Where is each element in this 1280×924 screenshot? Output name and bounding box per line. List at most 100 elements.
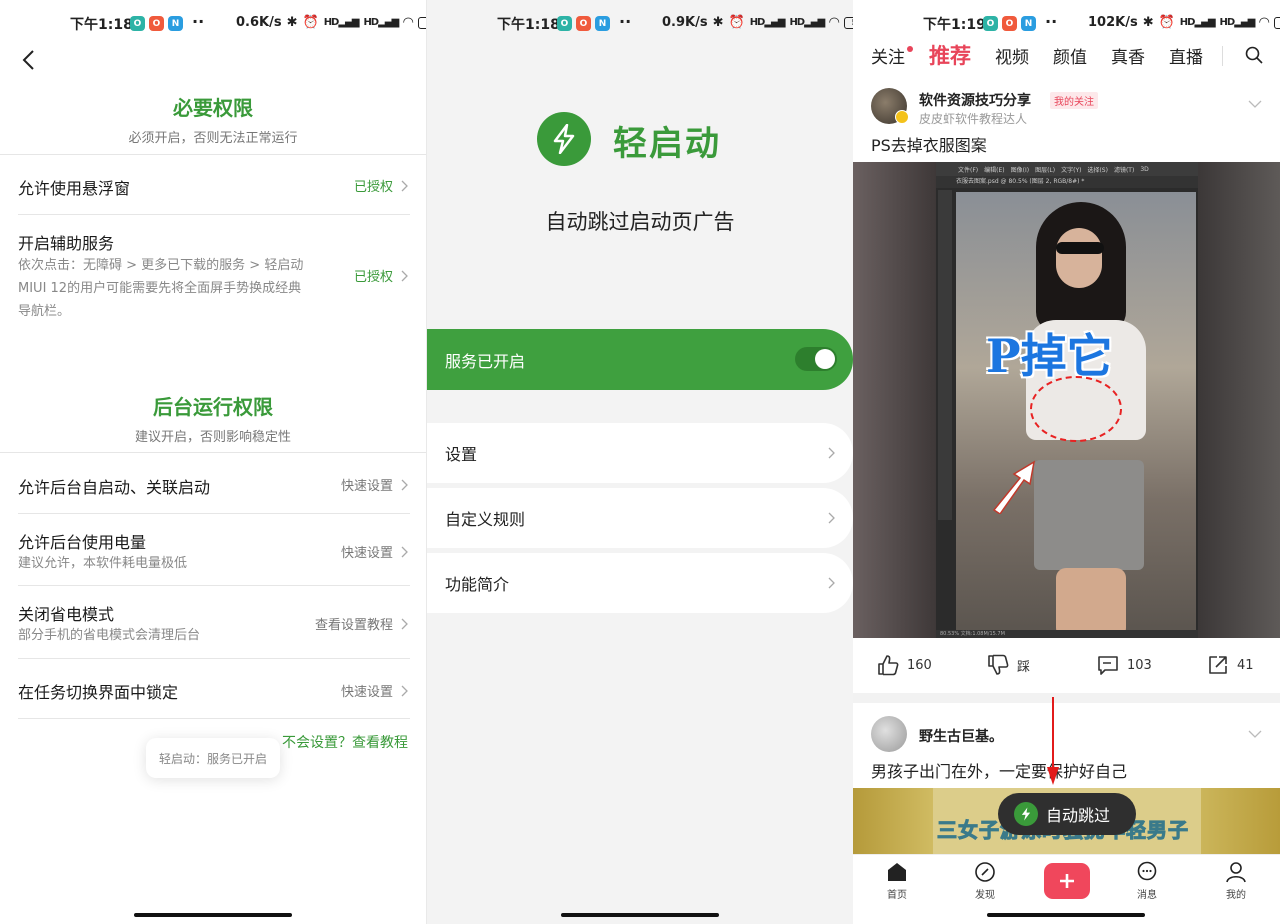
- battery-icon: 50: [1274, 16, 1280, 29]
- plus-icon: [1060, 874, 1074, 888]
- row-title: 关闭省电模式: [18, 605, 115, 624]
- quick-setup-link[interactable]: 快速设置: [341, 475, 408, 494]
- net-speed: 0.6K/s: [236, 15, 282, 30]
- divider: [18, 585, 410, 586]
- comment-icon: [1098, 656, 1118, 675]
- menu-label: 功能简介: [445, 575, 510, 594]
- service-toggle[interactable]: [795, 347, 837, 371]
- required-permissions-subtitle: 必须开启，否则无法正常运行: [128, 131, 298, 146]
- row-desc: MIUI 12的用户可能需要先将全面屏手势换成经典: [18, 281, 302, 296]
- menu-custom-rules[interactable]: 自定义规则: [427, 488, 853, 548]
- signal-icon: HD▂▄▆: [323, 17, 360, 28]
- help-tutorial-link[interactable]: 不会设置？查看教程: [282, 732, 408, 752]
- alarm-icon: ⏰: [1158, 15, 1175, 30]
- post-author[interactable]: 野生古巨基。: [919, 726, 1003, 746]
- row-desc: 部分手机的省电模式会清理后台: [18, 628, 201, 643]
- signal-icon: HD▂▄▆: [1179, 17, 1216, 28]
- permissions-screen: 下午1:18 O O N ·· 0.6K/s ✱ ⏰ HD▂▄▆ HD▂▄▆ ◠…: [0, 0, 426, 924]
- battery-icon: 51: [418, 16, 426, 29]
- service-status-label: 服务已开启: [445, 351, 526, 371]
- share-icon: [1209, 656, 1227, 674]
- row-desc: 导航栏。: [18, 304, 71, 319]
- app-name: 轻启动: [613, 124, 721, 164]
- menu-label: 自定义规则: [445, 510, 526, 529]
- home-icon: [888, 863, 906, 881]
- dislike-button[interactable]: 踩: [987, 654, 1030, 676]
- nav-messages[interactable]: 消息: [1122, 861, 1172, 901]
- photo-figure: [1056, 242, 1104, 254]
- app-logo-icon: [537, 112, 591, 166]
- dislike-label: 踩: [1017, 659, 1031, 675]
- tab-following[interactable]: 关注: [871, 43, 913, 68]
- chevron-right-icon: [401, 270, 408, 281]
- user-icon: [1226, 862, 1246, 883]
- chevron-down-icon[interactable]: [1248, 730, 1262, 738]
- status-app-icons: O O N: [130, 16, 183, 31]
- nav-me[interactable]: 我的: [1211, 861, 1261, 901]
- nav-home[interactable]: 首页: [872, 861, 922, 901]
- ps-canvas: P掉它: [956, 192, 1196, 632]
- ps-menu-item: 图层(L): [1035, 166, 1056, 174]
- bottom-nav: 首页 发现 消息 我的: [853, 854, 1280, 906]
- signal-label: HD: [1219, 17, 1236, 28]
- tab-zhenxiang[interactable]: 真香: [1111, 43, 1145, 68]
- chevron-right-icon: [828, 447, 835, 459]
- quick-setup-link[interactable]: 快速设置: [341, 542, 408, 561]
- row-title: 允许使用悬浮窗: [18, 179, 131, 198]
- row-title: 开启辅助服务: [18, 234, 115, 253]
- signal-icon: HD▂▄▆: [1219, 17, 1256, 28]
- share-button[interactable]: 41: [1207, 654, 1254, 676]
- nav-discover[interactable]: 发现: [960, 861, 1010, 901]
- status-time: 下午1:18: [497, 17, 560, 33]
- signal-label: HD: [789, 17, 805, 28]
- search-icon[interactable]: [1245, 46, 1263, 64]
- home-indicator[interactable]: [561, 913, 719, 917]
- publish-button[interactable]: [1044, 863, 1090, 899]
- bluetooth-icon: ✱: [712, 15, 724, 30]
- tab-recommended[interactable]: 推荐: [929, 40, 971, 70]
- bluetooth-icon: ✱: [286, 15, 298, 30]
- home-indicator[interactable]: [987, 913, 1145, 917]
- avatar[interactable]: [871, 716, 907, 752]
- chevron-right-icon: [401, 180, 408, 191]
- granted-status[interactable]: 已授权: [354, 266, 408, 285]
- comment-button[interactable]: 103: [1097, 654, 1152, 676]
- status-app-icons: O O N: [557, 16, 610, 31]
- follow-tag: 我的关注: [1050, 92, 1098, 109]
- back-arrow-icon[interactable]: [18, 48, 42, 72]
- status-app-icon: O: [983, 16, 998, 31]
- toggle-knob: [815, 349, 835, 369]
- signal-label: HD: [749, 17, 766, 28]
- auto-skip-toast: 自动跳过: [998, 793, 1136, 835]
- tab-video[interactable]: 视频: [995, 43, 1029, 68]
- menu-settings[interactable]: 设置: [427, 423, 853, 483]
- battery-icon: 51: [844, 16, 853, 29]
- tab-label: 关注: [871, 48, 905, 68]
- post-author[interactable]: 软件资源技巧分享: [919, 90, 1031, 110]
- action-label: 快速设置: [340, 685, 393, 700]
- post-image[interactable]: 文件(F) 编辑(E) 图像(I) 图层(L) 文字(Y) 选择(S) 滤镜(T…: [853, 162, 1280, 638]
- post-title[interactable]: PS去掉衣服图案: [871, 132, 987, 156]
- red-arrow-icon: [1047, 697, 1059, 785]
- menu-feature-intro[interactable]: 功能简介: [427, 553, 853, 613]
- status-right: 0.9K/s ✱ ⏰ HD▂▄▆ HD▂▄▆ ◠ 51: [662, 15, 853, 30]
- alarm-icon: ⏰: [728, 15, 745, 30]
- highlight-ellipse: [1030, 376, 1122, 442]
- status-time: 下午1:19: [923, 17, 986, 33]
- chevron-right-icon: [401, 618, 408, 629]
- divider: [18, 513, 410, 514]
- service-status-bar[interactable]: 服务已开启: [427, 329, 853, 390]
- home-indicator[interactable]: [134, 913, 292, 917]
- granted-status[interactable]: 已授权: [354, 176, 408, 195]
- chevron-down-icon[interactable]: [1248, 100, 1262, 108]
- thumbs-down-icon: [988, 654, 1009, 675]
- tab-live[interactable]: 直播: [1169, 43, 1203, 68]
- post-title[interactable]: 男孩子出门在外，一定要保护好自己: [871, 758, 1127, 782]
- quick-setup-link[interactable]: 快速设置: [341, 681, 408, 700]
- like-button[interactable]: 160: [877, 654, 932, 676]
- view-tutorial-link[interactable]: 查看设置教程: [315, 614, 408, 633]
- wifi-icon: ◠: [403, 15, 414, 30]
- signal-icon: HD▂▄▆: [363, 17, 399, 28]
- share-count: 41: [1237, 657, 1254, 673]
- tab-looks[interactable]: 颜值: [1053, 43, 1087, 68]
